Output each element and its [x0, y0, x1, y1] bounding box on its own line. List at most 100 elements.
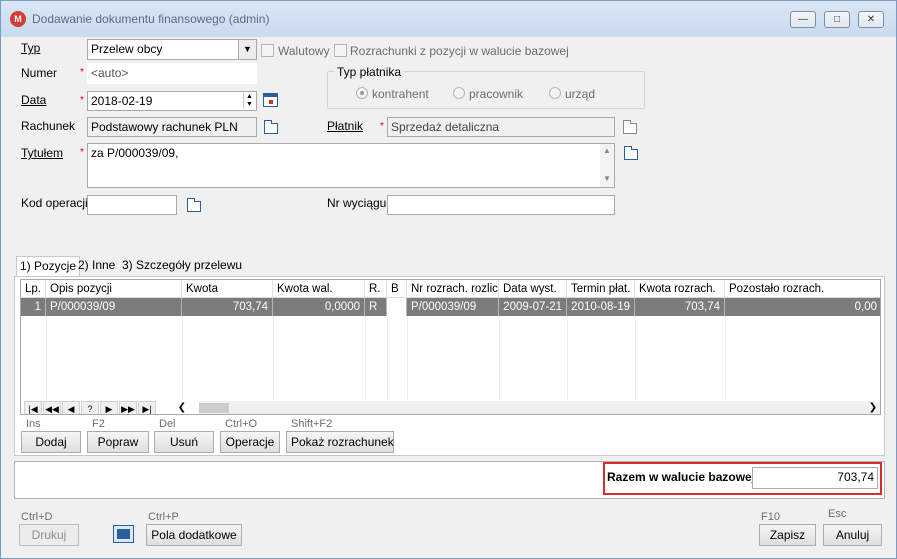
chevron-down-icon[interactable]: ▼: [238, 40, 256, 59]
nav-prev-page-button[interactable]: ◀◀: [43, 401, 61, 414]
col-nr-rozrach[interactable]: Nr rozrach. rozlicz: [407, 280, 499, 298]
cell-data-wyst: 2009-07-21: [499, 298, 567, 316]
operacje-shortcut: Ctrl+O: [225, 418, 258, 430]
textarea-scrollbar[interactable]: ▲ ▼: [600, 144, 614, 187]
numer-field[interactable]: <auto>: [87, 63, 257, 84]
pokaz-rozrachunek-button[interactable]: Pokaż rozrachunek: [286, 431, 394, 453]
usun-shortcut: Del: [159, 418, 176, 430]
radio-urzad[interactable]: [549, 87, 561, 99]
radio-pracownik[interactable]: [453, 87, 465, 99]
nav-next-page-button[interactable]: ▶▶: [119, 401, 137, 414]
pola-dodatkowe-button[interactable]: Pola dodatkowe: [146, 524, 242, 546]
zapisz-button[interactable]: Zapisz: [759, 524, 816, 546]
tab-pozycje[interactable]: 1) Pozycje: [16, 256, 81, 276]
chevron-right-icon[interactable]: ❯: [867, 401, 879, 414]
folder-icon[interactable]: [623, 120, 637, 134]
form-icon-button[interactable]: [113, 525, 134, 543]
nav-prev-button[interactable]: ◀: [62, 401, 80, 414]
col-pozostalo[interactable]: Pozostało rozrach.: [725, 280, 880, 298]
nr-wyciagu-field[interactable]: [387, 195, 615, 215]
anuluj-button[interactable]: Anuluj: [823, 524, 882, 546]
platnik-field[interactable]: Sprzedaż detaliczna: [387, 117, 615, 137]
folder-icon[interactable]: [624, 146, 638, 160]
dodaj-shortcut: Ins: [26, 418, 41, 430]
col-termin-plat[interactable]: Termin płat.: [567, 280, 635, 298]
cell-r: R: [365, 298, 387, 316]
walutowy-checkbox[interactable]: [261, 44, 274, 57]
nav-last-button[interactable]: ▶|: [138, 401, 156, 414]
cell-lp: 1: [21, 298, 46, 316]
chevron-left-icon[interactable]: ❮: [175, 401, 189, 414]
col-kwota-wal[interactable]: Kwota wal.: [273, 280, 365, 298]
required-marker: *: [80, 67, 84, 78]
platnik-label: Płatnik: [327, 119, 364, 133]
table-row[interactable]: 1 P/000039/09 703,74 0,0000 R P/000039/0…: [21, 298, 880, 316]
cell-termin-plat: 2010-08-19: [567, 298, 635, 316]
col-b[interactable]: B: [387, 280, 407, 298]
rachunek-field[interactable]: Podstawowy rachunek PLN: [87, 117, 257, 137]
col-kwota[interactable]: Kwota: [182, 280, 273, 298]
usun-button[interactable]: Usuń: [154, 431, 214, 453]
typ-platnika-label: Typ płatnika: [335, 65, 404, 79]
required-marker: *: [380, 121, 384, 132]
cell-kwota: 703,74: [182, 298, 273, 316]
typ-select-value: Przelew obcy: [91, 42, 163, 56]
maximize-button[interactable]: □: [824, 11, 850, 28]
data-field-value: 2018-02-19: [91, 94, 153, 108]
horizontal-scrollbar[interactable]: ❯: [199, 401, 880, 414]
cell-opis: P/000039/09: [46, 298, 182, 316]
minimize-button[interactable]: —: [790, 11, 816, 28]
col-data-wyst[interactable]: Data wyst.: [499, 280, 567, 298]
col-lp[interactable]: Lp.: [21, 280, 46, 298]
nav-next-button[interactable]: ▶: [100, 401, 118, 414]
required-marker: *: [80, 147, 84, 158]
kod-operacji-field[interactable]: [87, 195, 177, 215]
popraw-shortcut: F2: [92, 418, 105, 430]
operacje-button[interactable]: Operacje: [220, 431, 280, 453]
nav-find-button[interactable]: ?: [81, 401, 99, 414]
app-logo-icon: M: [10, 11, 26, 27]
close-button[interactable]: ✕: [858, 11, 884, 28]
folder-icon[interactable]: [187, 198, 201, 212]
typ-select[interactable]: Przelew obcy ▼: [87, 39, 257, 60]
typ-label: Typ: [21, 41, 41, 55]
col-kwota-rozrach[interactable]: Kwota rozrach.: [635, 280, 725, 298]
tab-inne[interactable]: 2) Inne: [75, 256, 118, 276]
col-opis[interactable]: Opis pozycji: [46, 280, 182, 298]
folder-icon[interactable]: [264, 120, 278, 134]
dialog-window: M Dodawanie dokumentu finansowego (admin…: [0, 0, 897, 559]
popraw-button[interactable]: Popraw: [87, 431, 149, 453]
col-r[interactable]: R.: [365, 280, 387, 298]
walutowy-label: Walutowy: [278, 44, 330, 58]
cell-pozostalo: 0,00: [854, 301, 877, 313]
window-title: Dodawanie dokumentu finansowego (admin): [32, 12, 270, 26]
data-field[interactable]: 2018-02-19 ▲ ▼: [87, 91, 257, 111]
cell-kwota-wal: 0,0000: [273, 298, 365, 316]
rachunek-label: Rachunek: [21, 119, 76, 133]
tytulem-label: Tytułem: [21, 146, 64, 160]
radio-pracownik-label: pracownik: [469, 87, 524, 101]
dodaj-button[interactable]: Dodaj: [21, 431, 81, 453]
cell-kwota-rozrach: 703,74: [635, 298, 725, 316]
zapisz-shortcut: F10: [761, 511, 780, 523]
radio-kontrahent-label: kontrahent: [372, 87, 429, 101]
rozrachunki-label: Rozrachunki z pozycji w walucie bazowej: [350, 44, 569, 58]
radio-urzad-label: urząd: [565, 87, 596, 101]
date-spinner[interactable]: ▲ ▼: [243, 93, 255, 109]
tab-szczegoly-przelewu[interactable]: 3) Szczegóły przelewu: [119, 256, 245, 276]
tytulem-textarea[interactable]: za P/000039/09, ▲ ▼: [87, 143, 615, 188]
drukuj-button[interactable]: Drukuj: [19, 524, 79, 546]
title-bar: M Dodawanie dokumentu finansowego (admin…: [1, 1, 896, 37]
tytulem-value: za P/000039/09,: [91, 146, 179, 160]
nav-first-button[interactable]: |◀: [24, 401, 42, 414]
anuluj-shortcut: Esc: [828, 508, 847, 520]
radio-kontrahent[interactable]: [356, 87, 368, 99]
calendar-icon[interactable]: [263, 93, 278, 107]
scrollbar-thumb[interactable]: [199, 403, 229, 413]
rozrachunki-checkbox[interactable]: [334, 44, 347, 57]
numer-label: Numer: [21, 66, 58, 80]
nr-wyciagu-label: Nr wyciągu: [327, 196, 387, 210]
grid-header: Lp. Opis pozycji Kwota Kwota wal. R. B N…: [21, 280, 880, 298]
cell-nr-rozrach: P/000039/09: [407, 298, 499, 316]
pola-shortcut: Ctrl+P: [148, 511, 179, 523]
